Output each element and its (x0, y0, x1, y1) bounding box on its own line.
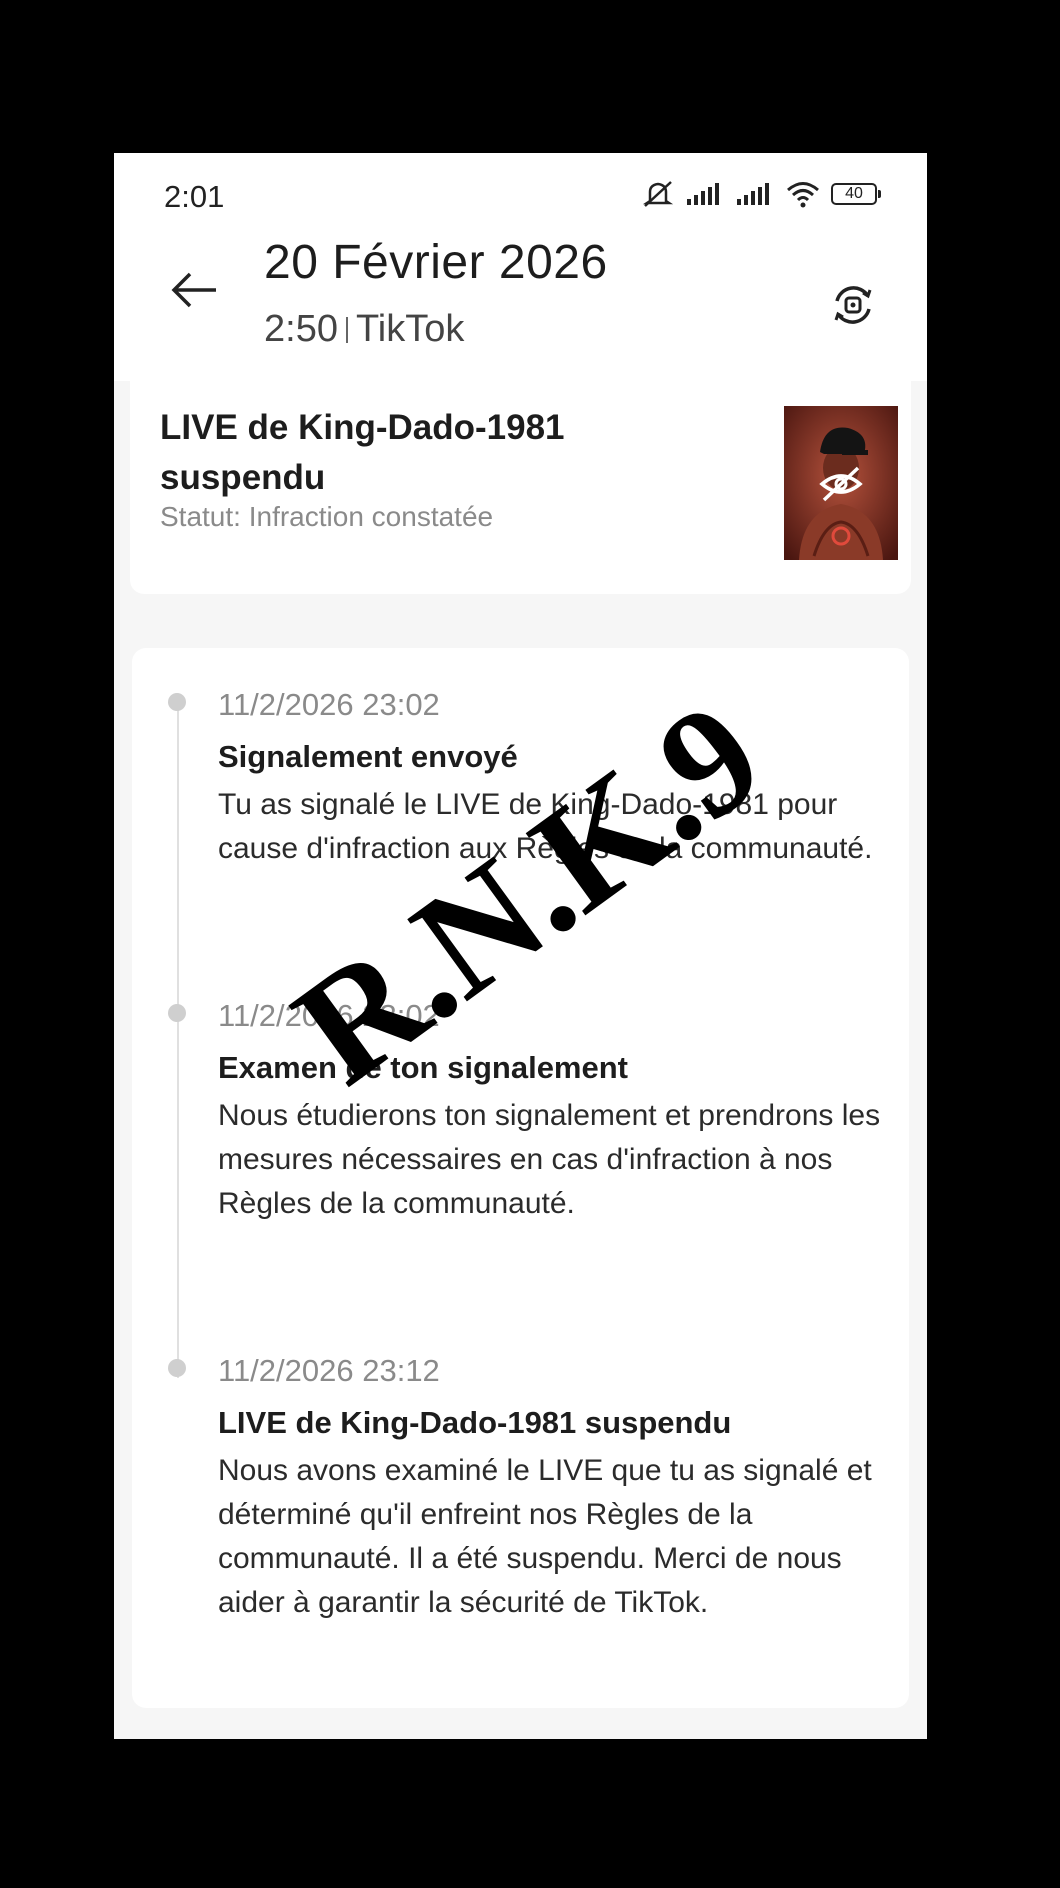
subtitle-app: TikTok (355, 308, 465, 350)
event-title: LIVE de King-Dado-1981 suspendu (218, 1405, 732, 1440)
header: 2:01 40 20 Février 2026 2:50 TikTok (114, 153, 927, 381)
report-timeline-card: 11/2/2026 23:02 Signalement envoyé Tu as… (132, 648, 909, 1708)
event-description: Nous étudierons ton signalement et prend… (218, 1099, 881, 1220)
wifi-icon (785, 180, 821, 208)
notification-status: Statut: Infraction constatée (160, 501, 494, 532)
event-title: Signalement envoyé (218, 739, 518, 774)
subtitle-time: 2:50 (264, 308, 338, 350)
event-description: Tu as signalé le LIVE de King-Dado-1981 … (218, 788, 873, 865)
page-title: 20 Février 2026 (264, 236, 608, 289)
timeline-dot (168, 1004, 186, 1022)
notification-title: LIVE de King-Dado-1981 suspendu (160, 408, 565, 497)
event-description: Nous avons examiné le LIVE que tu as sig… (218, 1454, 872, 1619)
timeline-dot (168, 693, 186, 711)
timeline-event: 11/2/2026 23:02 Signalement envoyé Tu as… (168, 683, 888, 871)
mute-icon (641, 179, 675, 209)
event-time: 11/2/2026 23:12 (218, 1353, 440, 1388)
battery-icon: 40 (831, 183, 881, 205)
timeline-line (177, 703, 179, 1378)
phone-screen: 2:01 40 20 Février 2026 2:50 TikTok LIVE… (114, 153, 927, 1739)
status-icons: 40 (641, 179, 881, 209)
signal-icon-2 (735, 181, 775, 207)
signal-icon (685, 181, 725, 207)
event-time: 11/2/2026 23:02 (218, 687, 440, 722)
timeline-event: 11/2/2026 23:02 Examen de ton signalemen… (168, 994, 888, 1226)
status-time: 2:01 (164, 179, 225, 214)
back-button[interactable] (170, 268, 220, 312)
notification-card: LIVE de King-Dado-1981 suspendu Statut: … (130, 381, 911, 594)
back-arrow-icon (171, 272, 216, 308)
rotate-button[interactable] (829, 281, 877, 329)
timeline-dot (168, 1359, 186, 1377)
page-subtitle: 2:50 TikTok (264, 308, 464, 351)
event-title: Examen de ton signalement (218, 1050, 628, 1085)
live-thumbnail[interactable] (784, 406, 898, 560)
battery-level: 40 (831, 183, 877, 205)
screen-rotate-icon (834, 286, 872, 324)
timeline-event: 11/2/2026 23:12 LIVE de King-Dado-1981 s… (168, 1349, 888, 1625)
event-time: 11/2/2026 23:02 (218, 998, 440, 1033)
